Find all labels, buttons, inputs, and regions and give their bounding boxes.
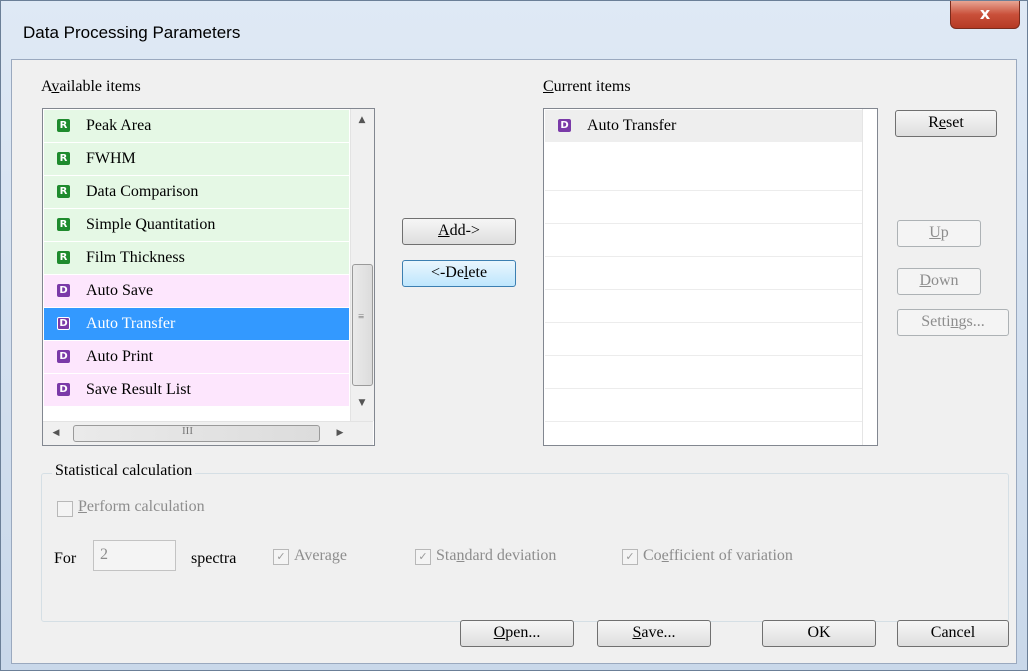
column-divider [862, 109, 863, 445]
cancel-button[interactable]: Cancel [897, 620, 1009, 647]
scroll-left-arrow-icon[interactable]: ◀ [45, 423, 67, 443]
row-divider [545, 223, 863, 224]
list-item[interactable]: R Simple Quantitation [44, 209, 349, 241]
list-item[interactable]: D Save Result List [44, 374, 349, 406]
open-button[interactable]: Open... [460, 620, 574, 647]
title-bar[interactable]: Data Processing Parameters x [1, 1, 1027, 59]
list-item[interactable]: D Auto Save [44, 275, 349, 307]
down-button[interactable]: Down [897, 268, 981, 295]
average-label: Average [294, 547, 347, 564]
list-item[interactable]: R FWHM [44, 143, 349, 175]
delete-button[interactable]: <-Delete [402, 260, 516, 287]
dialog-client-area: Available items R Peak Area R FWHM R Data C… [11, 59, 1017, 664]
data-item-icon: D [57, 317, 70, 330]
standard-deviation-checkbox[interactable]: ✓ [415, 549, 431, 565]
perform-calculation-label: Perform calculation [78, 498, 205, 515]
current-items-list[interactable]: D Auto Transfer [543, 108, 878, 446]
current-items-label: Current items [543, 78, 631, 95]
settings-button[interactable]: Settings... [897, 309, 1009, 336]
add-button[interactable]: Add-> [402, 218, 516, 245]
row-divider [545, 190, 863, 191]
scroll-down-arrow-icon[interactable]: ▼ [351, 393, 373, 413]
data-item-icon: D [57, 383, 70, 396]
list-item[interactable]: D Auto Transfer [545, 110, 862, 142]
checkmark-icon: ✓ [625, 550, 635, 563]
data-item-icon: D [57, 350, 70, 363]
row-divider [545, 289, 863, 290]
report-item-icon: R [57, 185, 70, 198]
scroll-up-arrow-icon[interactable]: ▲ [351, 110, 373, 130]
row-divider [545, 388, 863, 389]
up-button[interactable]: Up [897, 220, 981, 247]
row-divider [545, 256, 863, 257]
checkmark-icon: ✓ [276, 550, 286, 563]
standard-deviation-label: Standard deviation [436, 547, 557, 564]
window-title: Data Processing Parameters [23, 23, 241, 42]
hscroll-thumb[interactable]: III [73, 425, 320, 442]
list-item[interactable]: R Data Comparison [44, 176, 349, 208]
close-icon: x [979, 4, 991, 23]
ok-button[interactable]: OK [762, 620, 876, 647]
dialog-window: Data Processing Parameters x Available i… [0, 0, 1028, 671]
grip-icon: ≡ [358, 311, 365, 323]
list-item[interactable]: R Peak Area [44, 110, 349, 142]
report-item-icon: R [57, 218, 70, 231]
statistical-calculation-title: Statistical calculation [52, 462, 196, 480]
row-divider [545, 322, 863, 323]
reset-button[interactable]: Reset [895, 110, 997, 137]
grip-icon: III [182, 425, 193, 437]
perform-calculation-checkbox[interactable] [57, 501, 73, 517]
spectra-label: spectra [191, 550, 237, 567]
data-item-icon: D [558, 119, 571, 132]
horizontal-scrollbar[interactable]: ◀ III ▶ [43, 421, 373, 445]
row-divider [545, 421, 863, 422]
checkmark-icon: ✓ [418, 550, 428, 563]
report-item-icon: R [57, 119, 70, 132]
data-item-icon: D [57, 284, 70, 297]
list-item[interactable]: D Auto Print [44, 341, 349, 373]
close-button[interactable]: x [950, 1, 1020, 29]
save-button[interactable]: Save... [597, 620, 711, 647]
spectra-count-input[interactable]: 2 [93, 540, 176, 571]
available-items-label: Available items [41, 78, 141, 95]
available-items-list[interactable]: R Peak Area R FWHM R Data Comparison R Simpl… [42, 108, 375, 446]
average-checkbox[interactable]: ✓ [273, 549, 289, 565]
coefficient-of-variation-label: Coefficient of variation [643, 547, 793, 564]
report-item-icon: R [57, 251, 70, 264]
vertical-scrollbar[interactable]: ▲ ≡ ▼ [350, 109, 374, 421]
row-divider [545, 355, 863, 356]
scroll-right-arrow-icon[interactable]: ▶ [329, 423, 351, 443]
list-item[interactable]: R Film Thickness [44, 242, 349, 274]
for-label: For [54, 550, 77, 567]
list-item-selected[interactable]: D Auto Transfer [44, 308, 349, 340]
report-item-icon: R [57, 152, 70, 165]
scroll-thumb[interactable]: ≡ [352, 264, 373, 386]
coefficient-of-variation-checkbox[interactable]: ✓ [622, 549, 638, 565]
